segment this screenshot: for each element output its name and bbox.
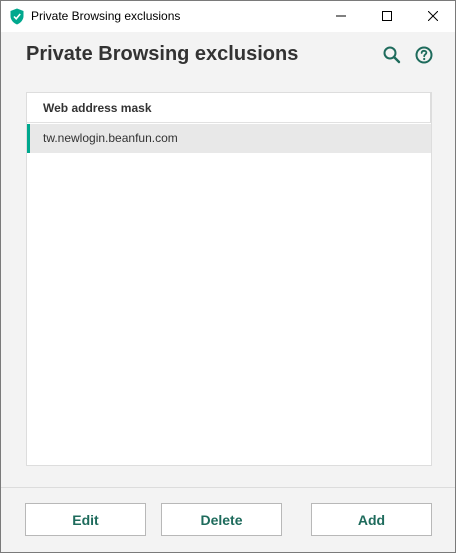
delete-button[interactable]: Delete (161, 503, 282, 536)
search-icon[interactable] (382, 45, 402, 65)
exclusions-list[interactable]: Web address mask tw.newlogin.beanfun.com (26, 92, 432, 466)
button-bar: Edit Delete Add (1, 487, 455, 552)
window-title: Private Browsing exclusions (31, 9, 181, 23)
maximize-icon (382, 8, 392, 26)
close-button[interactable] (410, 1, 455, 32)
title-bar[interactable]: Private Browsing exclusions (1, 1, 455, 32)
dialog-window: Private Browsing exclusions Private Brow… (0, 0, 456, 553)
list-header: Web address mask (27, 93, 431, 123)
column-header-web-address-mask[interactable]: Web address mask (43, 101, 152, 115)
add-button[interactable]: Add (311, 503, 432, 536)
minimize-button[interactable] (318, 1, 364, 32)
maximize-button[interactable] (364, 1, 410, 32)
web-address-mask-value: tw.newlogin.beanfun.com (43, 131, 178, 145)
close-icon (427, 8, 439, 26)
kaspersky-shield-icon (10, 8, 24, 25)
help-icon[interactable] (414, 45, 434, 65)
column-divider (430, 93, 431, 123)
page-title: Private Browsing exclusions (26, 43, 299, 65)
edit-button[interactable]: Edit (25, 503, 146, 536)
minimize-icon (336, 8, 346, 26)
list-row-selected[interactable]: tw.newlogin.beanfun.com (27, 124, 431, 153)
